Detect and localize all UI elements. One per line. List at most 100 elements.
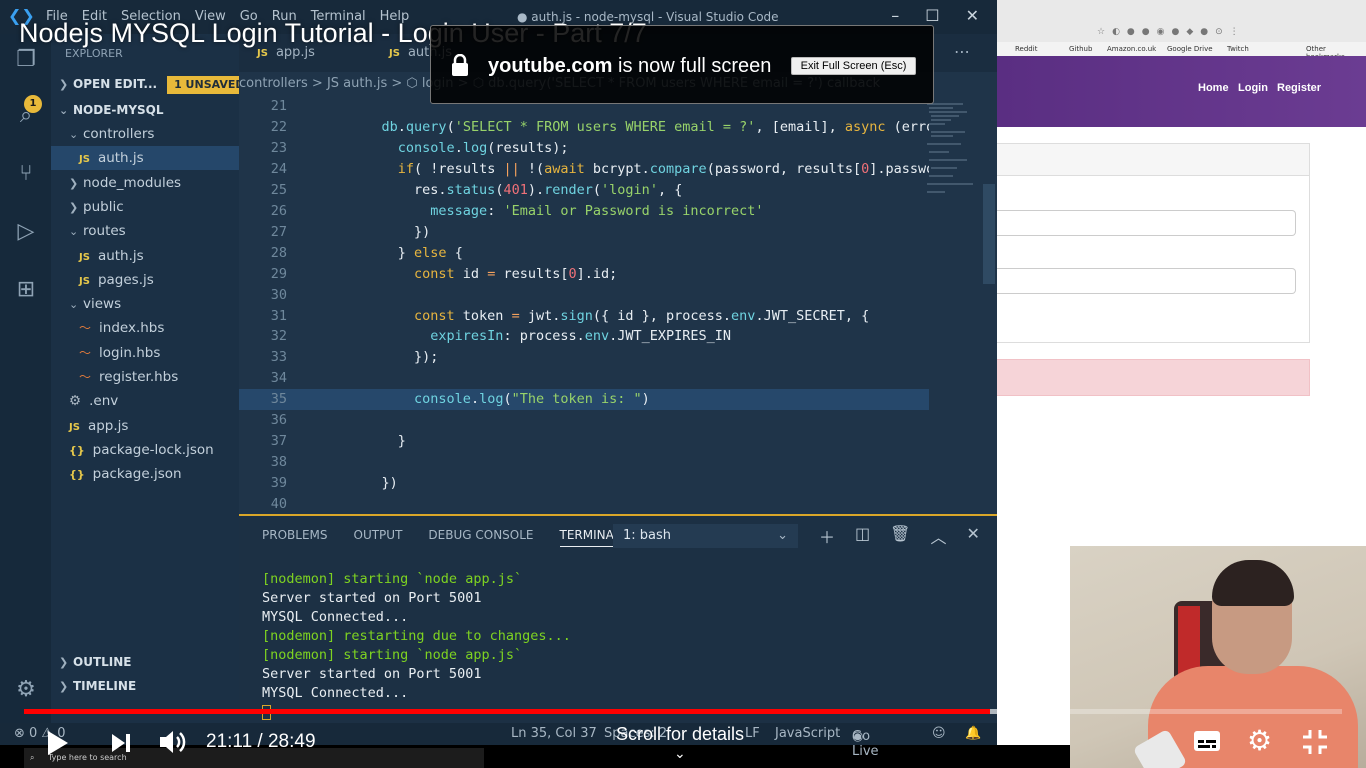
scroll-for-details[interactable]: Scroll for details: [616, 724, 744, 745]
tree-item-label: public: [83, 198, 124, 215]
login-card: [997, 143, 1310, 343]
open-editors-section[interactable]: ❯ OPEN EDIT... 1 UNSAVED: [51, 72, 252, 96]
editor-scrollbar[interactable]: [983, 184, 995, 284]
tree-file[interactable]: 〜 login.hbs: [51, 341, 239, 365]
extensions-icon[interactable]: ⊞: [12, 276, 40, 304]
outline-section[interactable]: ❯ OUTLINE: [51, 650, 239, 674]
code-line[interactable]: 40: [239, 494, 929, 514]
tree-file[interactable]: JS pages.js: [51, 268, 239, 292]
maximize-icon[interactable]: ☐: [925, 6, 939, 25]
nav-register-link[interactable]: Register: [1277, 82, 1321, 94]
settings-gear-icon[interactable]: ⚙: [12, 676, 40, 704]
code-line[interactable]: 38: [239, 452, 929, 473]
code-line[interactable]: 25 res.status(401).render('login', {: [239, 180, 929, 201]
run-debug-icon[interactable]: ▷: [12, 218, 40, 246]
js-file-icon: JS: [79, 154, 90, 166]
close-panel-icon[interactable]: ✕: [966, 524, 979, 548]
bookmark-item[interactable]: Reddit: [1015, 45, 1037, 53]
code-line[interactable]: 28 } else {: [239, 243, 929, 264]
password-field[interactable]: [997, 268, 1296, 294]
email-field[interactable]: [997, 210, 1296, 236]
code-line[interactable]: 27 }): [239, 222, 929, 243]
more-actions-icon[interactable]: ⋯: [954, 42, 970, 61]
code-line[interactable]: 34: [239, 368, 929, 389]
chevron-down-icon: ⌄: [69, 225, 79, 239]
fullscreen-message: youtube.com is now full screen: [488, 55, 771, 78]
bookmark-item[interactable]: Github: [1069, 45, 1092, 53]
tree-file[interactable]: JS app.js: [51, 414, 239, 438]
terminal-output[interactable]: [nodemon] starting `node app.js` Server s…: [262, 570, 982, 722]
card-header: [997, 144, 1309, 176]
split-terminal-icon[interactable]: ◫: [855, 524, 870, 548]
played-bar: [24, 709, 990, 714]
tree-folder[interactable]: ⌄ views: [51, 292, 239, 316]
tree-file[interactable]: ⚙ .env: [51, 389, 239, 413]
line-number: 22: [270, 118, 287, 135]
code-line[interactable]: 29 const id = results[0].id;: [239, 264, 929, 285]
minimap[interactable]: [923, 96, 983, 246]
exit-fullscreen-button[interactable]: Exit Full Screen (Esc): [791, 57, 916, 75]
chevron-down-icon: ⌄: [69, 128, 79, 141]
code-line[interactable]: 26 message: 'Email or Password is incorr…: [239, 201, 929, 222]
minimize-icon[interactable]: –: [891, 6, 899, 25]
source-control-icon[interactable]: ⑂: [12, 160, 40, 188]
code-line[interactable]: 37 }: [239, 431, 929, 452]
nav-home-link[interactable]: Home: [1198, 82, 1229, 94]
play-icon[interactable]: [46, 729, 70, 757]
tab-output[interactable]: OUTPUT: [354, 528, 403, 547]
tree-file[interactable]: 〜 index.hbs: [51, 316, 239, 340]
tree-file[interactable]: JS auth.js: [51, 244, 239, 268]
tab-debug-console[interactable]: DEBUG CONSOLE: [428, 528, 533, 547]
next-icon[interactable]: [110, 732, 132, 754]
terminal-line: Server started on Port 5001: [262, 590, 482, 606]
js-file-icon: JS: [69, 421, 80, 433]
tree-folder[interactable]: ⌄ routes: [51, 219, 239, 243]
tree-folder[interactable]: ❯ node_modules: [51, 171, 239, 195]
code-line[interactable]: 35 console.log("The token is: "): [239, 389, 929, 411]
code-line[interactable]: 32 expiresIn: process.env.JWT_EXPIRES_IN: [239, 326, 929, 347]
add-terminal-icon[interactable]: ＋: [819, 524, 835, 548]
subtitles-icon[interactable]: [1193, 730, 1221, 752]
tree-folder[interactable]: ❯ public: [51, 195, 239, 219]
tree-file[interactable]: {} package.json: [51, 462, 239, 486]
code-line[interactable]: 22 db.query('SELECT * FROM users WHERE e…: [239, 117, 929, 138]
code-lines[interactable]: 21 22 db.query('SELECT * FROM users WHERE…: [239, 96, 929, 514]
code-line[interactable]: 33 });: [239, 347, 929, 368]
exit-fullscreen-icon[interactable]: [1301, 728, 1329, 756]
video-progress-bar[interactable]: [24, 709, 1342, 714]
code-line[interactable]: 24 if( !results || !(await bcrypt.compar…: [239, 159, 929, 180]
tree-file[interactable]: {} package-lock.json: [51, 438, 239, 462]
fullscreen-text: is now full screen: [618, 55, 772, 77]
volume-icon[interactable]: [158, 728, 188, 756]
search-icon[interactable]: ⌕: [12, 102, 40, 130]
code-line[interactable]: 39 }): [239, 473, 929, 494]
explorer-icon[interactable]: ❐: [12, 46, 40, 74]
tree-item-label: login.hbs: [99, 344, 161, 361]
tree-file[interactable]: 〜 register.hbs: [51, 365, 239, 389]
code-line[interactable]: 36: [239, 410, 929, 431]
nav-login-link[interactable]: Login: [1238, 82, 1268, 94]
chevron-up-icon[interactable]: ︿: [930, 524, 946, 548]
code-line[interactable]: 23 console.log(results);: [239, 138, 929, 159]
tree-file[interactable]: JS auth.js: [51, 146, 239, 171]
chevron-down-icon[interactable]: ⌄: [674, 746, 686, 762]
code-line[interactable]: 31 const token = jwt.sign({ id }, proces…: [239, 306, 929, 327]
time-display: 21:11 / 28:49: [206, 731, 316, 752]
bookmark-item[interactable]: Amazon.co.uk: [1107, 45, 1156, 53]
tab-problems[interactable]: PROBLEMS: [262, 528, 328, 547]
tree-folder[interactable]: ⌄ controllers: [51, 122, 239, 146]
close-icon[interactable]: ✕: [966, 6, 979, 25]
timeline-section[interactable]: ❯ TIMELINE: [51, 674, 239, 698]
line-number: 36: [270, 412, 287, 429]
json-file-icon: {}: [69, 443, 85, 457]
terminal-select[interactable]: 1: bash ⌄: [613, 524, 798, 548]
bookmark-item[interactable]: Twitch: [1227, 45, 1249, 53]
tab-terminal[interactable]: TERMINAL: [559, 528, 621, 547]
bookmark-item[interactable]: Google Drive: [1167, 45, 1213, 53]
project-section[interactable]: ⌄ NODE-MYSQL: [51, 98, 239, 122]
tree-item-label: package-lock.json: [92, 441, 214, 458]
tree-item-label: node_modules: [83, 174, 182, 191]
trash-icon[interactable]: 🗑: [890, 524, 910, 548]
settings-gear-icon[interactable]: ⚙: [1247, 724, 1272, 757]
code-line[interactable]: 30: [239, 285, 929, 306]
